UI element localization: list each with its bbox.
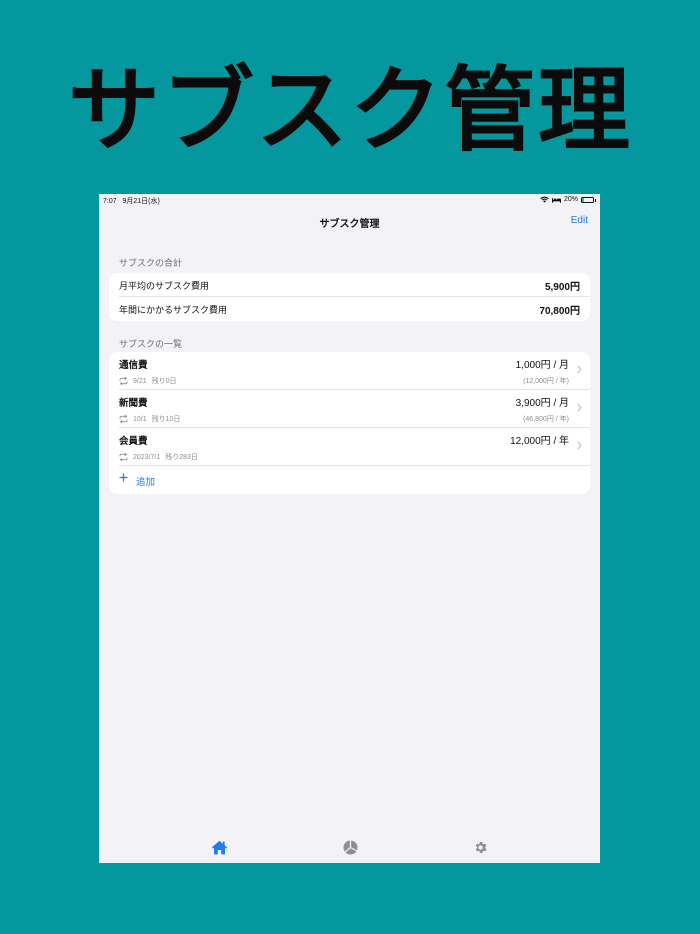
subscription-annual: (46,800円 / 年) (523, 416, 569, 423)
promo-headline: サブスク管理 (67, 56, 632, 164)
pie-chart-icon (343, 840, 357, 854)
repeat-icon (119, 415, 128, 423)
summary-card: 月平均のサブスク費用 5,900円 年間にかかるサブスク費用 70,800円 (109, 273, 590, 321)
nav-title: サブスク管理 (319, 219, 380, 230)
add-label: 追加 (136, 477, 156, 488)
subscription-remaining: 残り10日 (151, 416, 181, 423)
tab-bar (99, 833, 600, 863)
subscription-row[interactable]: 新聞費 3,900円 / 月 10/1 残り10日 (46,800円 / 年) (109, 390, 590, 428)
edit-button[interactable]: Edit (571, 215, 588, 226)
summary-label: 月平均のサブスク費用 (119, 281, 210, 291)
tab-home[interactable] (209, 838, 229, 856)
subscription-row[interactable]: 会員費 12,000円 / 年 2023/7/1 残り283日 (109, 428, 590, 466)
navigation-bar: サブスク管理 Edit (99, 210, 600, 234)
subscription-name: 新聞費 (119, 398, 148, 409)
status-time-date: 7:07 9月21日(水) (103, 196, 160, 206)
subscription-date: 2023/7/1 (133, 453, 161, 461)
summary-row-monthly: 月平均のサブスク費用 5,900円 (109, 273, 590, 297)
subscription-row[interactable]: 通信費 1,000円 / 月 9/21 残り0日 (12,000円 / 年) (109, 352, 590, 390)
tab-statistics[interactable] (340, 838, 360, 856)
plus-icon (119, 473, 128, 482)
summary-label: 年間にかかるサブスク費用 (119, 305, 228, 315)
repeat-icon (119, 453, 128, 461)
status-time: 7:07 (103, 198, 117, 205)
battery-percent: 20% (563, 196, 578, 203)
add-subscription-button[interactable]: 追加 (109, 466, 590, 494)
subscription-remaining: 残り0日 (151, 378, 177, 385)
status-bar: 7:07 9月21日(水) 20% (99, 194, 600, 207)
summary-value: 70,800円 (539, 306, 580, 317)
summary-section-header: サブスクの合計 (119, 258, 183, 268)
chevron-right-icon (577, 365, 582, 374)
subscriptions-card: 通信費 1,000円 / 月 9/21 残り0日 (12,000円 / 年) 新… (109, 352, 590, 494)
subscription-date: 9/21 (133, 377, 147, 385)
repeat-icon (119, 377, 128, 385)
gear-icon (475, 841, 486, 853)
subscription-date: 10/1 (133, 415, 147, 423)
status-indicators: 20% (540, 196, 596, 203)
app-screen: 7:07 9月21日(水) 20% サブスク管理 Edit サブスクの合計 月平… (99, 194, 600, 863)
chevron-right-icon (577, 403, 582, 412)
summary-value: 5,900円 (544, 282, 580, 293)
subscription-name: 会員費 (119, 436, 148, 447)
wifi-icon (540, 196, 549, 203)
subscription-meta: 10/1 残り10日 (119, 414, 180, 424)
subscriptions-section-header: サブスクの一覧 (119, 339, 183, 349)
house-icon (211, 840, 227, 854)
subscription-annual: (12,000円 / 年) (523, 378, 569, 385)
chevron-right-icon (577, 441, 582, 450)
subscription-price: 12,000円 / 年 (510, 436, 569, 447)
subscription-remaining: 残り283日 (165, 454, 198, 461)
subscription-name: 通信費 (119, 360, 148, 371)
tab-settings[interactable] (470, 838, 490, 856)
subscription-price: 1,000円 / 月 (515, 360, 569, 371)
bed-icon (551, 197, 561, 203)
status-date: 9月21日(水) (122, 198, 160, 205)
summary-row-yearly: 年間にかかるサブスク費用 70,800円 (109, 297, 590, 321)
battery-fill (582, 197, 585, 202)
battery-icon (581, 196, 596, 203)
subscription-price: 3,900円 / 月 (515, 398, 569, 409)
subscription-meta: 2023/7/1 残り283日 (119, 452, 198, 462)
subscription-meta: 9/21 残り0日 (119, 376, 177, 386)
